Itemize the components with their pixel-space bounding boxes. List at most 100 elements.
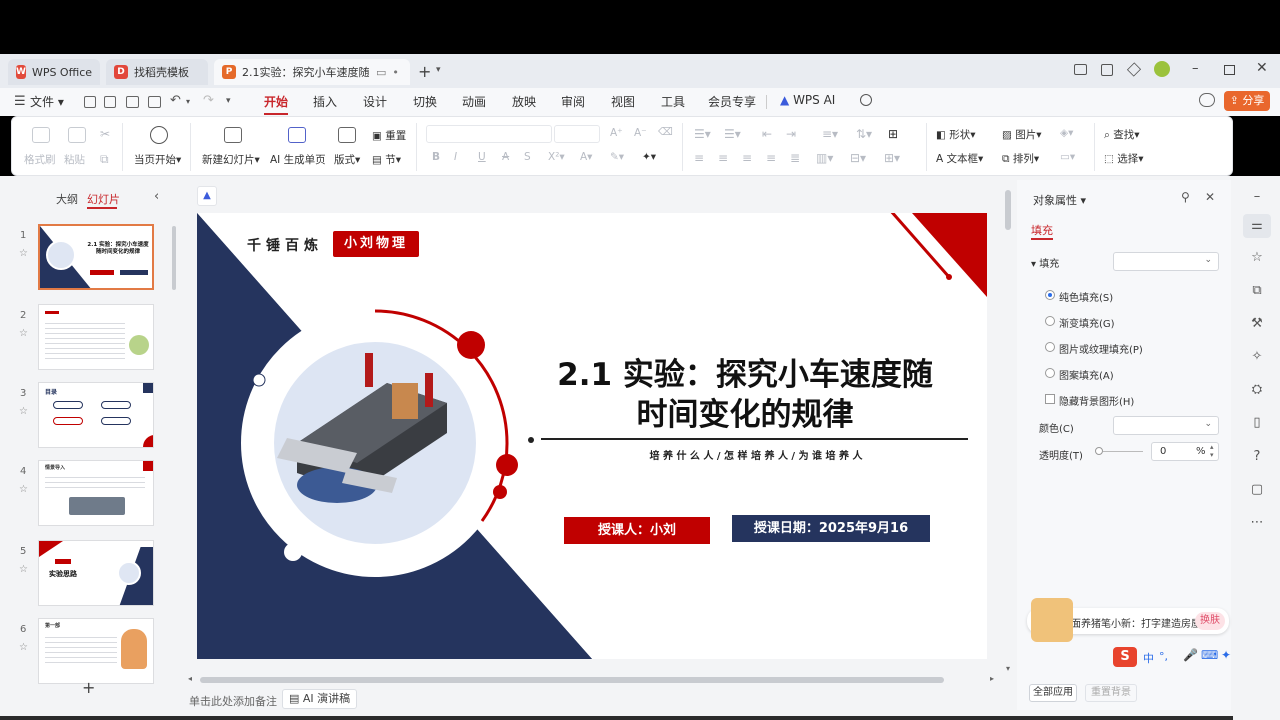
layout-button[interactable]: 版式▾: [334, 152, 360, 167]
comment-icon[interactable]: ▢: [1249, 483, 1265, 497]
menu-home[interactable]: 开始: [264, 93, 289, 115]
menu-insert[interactable]: 插入: [313, 93, 337, 110]
transparency-slider-track[interactable]: [1103, 451, 1143, 452]
book-icon[interactable]: ▯: [1249, 416, 1265, 430]
collapse-sidebar-icon[interactable]: –: [1249, 190, 1265, 204]
align-left-icon[interactable]: ≡: [694, 151, 704, 165]
tab-fill[interactable]: 填充: [1031, 222, 1053, 238]
superscript-icon[interactable]: X²▾: [548, 151, 565, 163]
star-icon[interactable]: ☆: [1249, 251, 1265, 265]
radio-pattern-fill[interactable]: [1045, 368, 1055, 378]
clipboard-icon[interactable]: ⧉: [1249, 284, 1265, 298]
fill-section-toggle[interactable]: ▾ 填充: [1031, 255, 1059, 270]
cartoon-avatar[interactable]: [1031, 598, 1073, 642]
reset-button[interactable]: ▣ 重置: [372, 128, 406, 143]
shape-button[interactable]: ◧ 形状▾: [936, 127, 976, 142]
slide-thumbnail-2[interactable]: [38, 304, 154, 370]
align-center-icon[interactable]: ≡: [718, 151, 728, 165]
menu-view[interactable]: 视图: [611, 93, 635, 110]
menu-transition[interactable]: 切换: [413, 93, 437, 110]
slide-canvas[interactable]: 千锤百炼 小刘物理 2.1 实验：探究小车速度随 时间变化的规律 培 养 什 么…: [197, 213, 987, 659]
new-slide-icon[interactable]: [224, 127, 242, 143]
font-color-icon[interactable]: A▾: [580, 151, 592, 163]
ai-page-icon[interactable]: [288, 127, 306, 143]
add-slide-icon[interactable]: +: [82, 678, 95, 697]
close-panel-icon[interactable]: ✕: [1205, 190, 1215, 204]
tab-outline[interactable]: 大纲: [56, 191, 78, 207]
shadow-icon[interactable]: S: [524, 151, 531, 163]
menu-design[interactable]: 设计: [363, 93, 387, 110]
option-picture-fill[interactable]: 图片或纹理填充(P): [1059, 341, 1143, 356]
tab-docer-templates[interactable]: D 找稻壳模板: [106, 59, 208, 85]
restore-icon[interactable]: [1224, 65, 1235, 75]
avatar[interactable]: [1154, 61, 1170, 77]
collapse-panel-icon[interactable]: ‹: [154, 189, 159, 204]
reset-background-button[interactable]: 重置背景: [1085, 684, 1137, 702]
skin-button[interactable]: 换肤: [1195, 612, 1225, 630]
highlight-icon[interactable]: ✎▾: [610, 151, 624, 163]
start-from-current-button[interactable]: 当页开始▾: [134, 152, 181, 167]
option-gradient-fill[interactable]: 渐变填充(G): [1059, 315, 1115, 330]
outline-color-icon[interactable]: ▭▾: [1060, 151, 1075, 163]
font-size-select[interactable]: [554, 125, 600, 143]
panel-title[interactable]: 对象属性 ▾: [1033, 192, 1086, 208]
search-icon[interactable]: [860, 94, 872, 106]
slide-thumbnail-4[interactable]: 情景导入: [38, 460, 154, 526]
ai-single-page-button[interactable]: AI 生成单页: [270, 152, 326, 167]
cloud-upload-icon[interactable]: [1199, 93, 1215, 107]
star-icon[interactable]: ☆: [19, 328, 28, 339]
transparency-slider-handle[interactable]: [1095, 447, 1103, 455]
star-icon[interactable]: ☆: [19, 406, 28, 417]
menu-member[interactable]: 会员专享: [708, 93, 756, 110]
line-spacing-icon[interactable]: ≡▾: [822, 127, 838, 141]
strikethrough-icon[interactable]: A: [502, 151, 509, 163]
magic-wand-icon[interactable]: ⚒: [1249, 317, 1265, 331]
ime-language-indicator[interactable]: 中: [1143, 650, 1154, 666]
font-grow-icon[interactable]: A⁺: [610, 127, 623, 139]
cube-icon[interactable]: [1126, 62, 1142, 77]
star-icon[interactable]: ☆: [19, 564, 28, 575]
pin-icon[interactable]: ⚲: [1181, 190, 1190, 204]
format-painter-button[interactable]: 格式刷: [24, 152, 56, 167]
text-direction-icon[interactable]: ⇅▾: [856, 127, 872, 141]
arrange-button[interactable]: ⧉ 排列▾: [1002, 151, 1039, 166]
layout-icon[interactable]: [338, 127, 356, 143]
sogou-ime-icon[interactable]: S: [1113, 647, 1137, 667]
radio-picture-fill[interactable]: [1045, 342, 1055, 352]
menu-wps-ai[interactable]: ▲ WPS AI: [780, 93, 835, 107]
undo-icon[interactable]: ↶: [170, 93, 181, 108]
tab-list-chevron-icon[interactable]: ▾: [436, 65, 441, 75]
find-button[interactable]: ⌕ 查找▾: [1104, 127, 1140, 142]
font-shrink-icon[interactable]: A⁻: [634, 127, 647, 139]
slide-thumbnail-3[interactable]: 目录: [38, 382, 154, 448]
color-select[interactable]: ⌄: [1113, 416, 1219, 435]
ime-voice-icon[interactable]: 🎤: [1183, 648, 1198, 662]
undo-chevron-icon[interactable]: ▾: [186, 97, 190, 106]
close-window-icon[interactable]: ✕: [1256, 60, 1268, 76]
radio-solid-fill[interactable]: [1045, 290, 1055, 300]
more-icon[interactable]: ⋯: [1249, 516, 1265, 530]
bullets-icon[interactable]: ☰▾: [694, 127, 711, 141]
transparency-input[interactable]: 0 % ▴ ▾: [1151, 442, 1219, 461]
scroll-left-icon[interactable]: ◂: [188, 674, 192, 683]
minimize-icon[interactable]: –: [1192, 61, 1199, 76]
option-solid-fill[interactable]: 纯色填充(S): [1059, 289, 1113, 304]
tab-slides[interactable]: 幻灯片: [87, 191, 120, 207]
thumbnail-scrollbar[interactable]: [172, 226, 176, 290]
paste-icon[interactable]: [68, 127, 86, 143]
font-family-select[interactable]: [426, 125, 552, 143]
clear-format-icon[interactable]: ⌫: [658, 126, 673, 138]
hamburger-icon[interactable]: ☰: [14, 94, 26, 109]
vertical-align-icon[interactable]: ⊟▾: [850, 151, 866, 165]
paste-button[interactable]: 粘贴: [64, 152, 85, 167]
ime-punctuation-icon[interactable]: °,: [1159, 650, 1168, 663]
window-layout-icon[interactable]: [1101, 64, 1113, 76]
italic-icon[interactable]: I: [454, 151, 457, 163]
text-effect-icon[interactable]: ✦▾: [642, 151, 656, 163]
textbox-button[interactable]: A 文本框▾: [936, 151, 983, 166]
indent-icon[interactable]: ⇥: [786, 127, 796, 141]
save-icon[interactable]: [84, 96, 96, 108]
animation-icon[interactable]: ✧: [1249, 350, 1265, 364]
copy-icon[interactable]: ⧉: [100, 152, 109, 167]
play-from-current-icon[interactable]: [150, 126, 168, 144]
